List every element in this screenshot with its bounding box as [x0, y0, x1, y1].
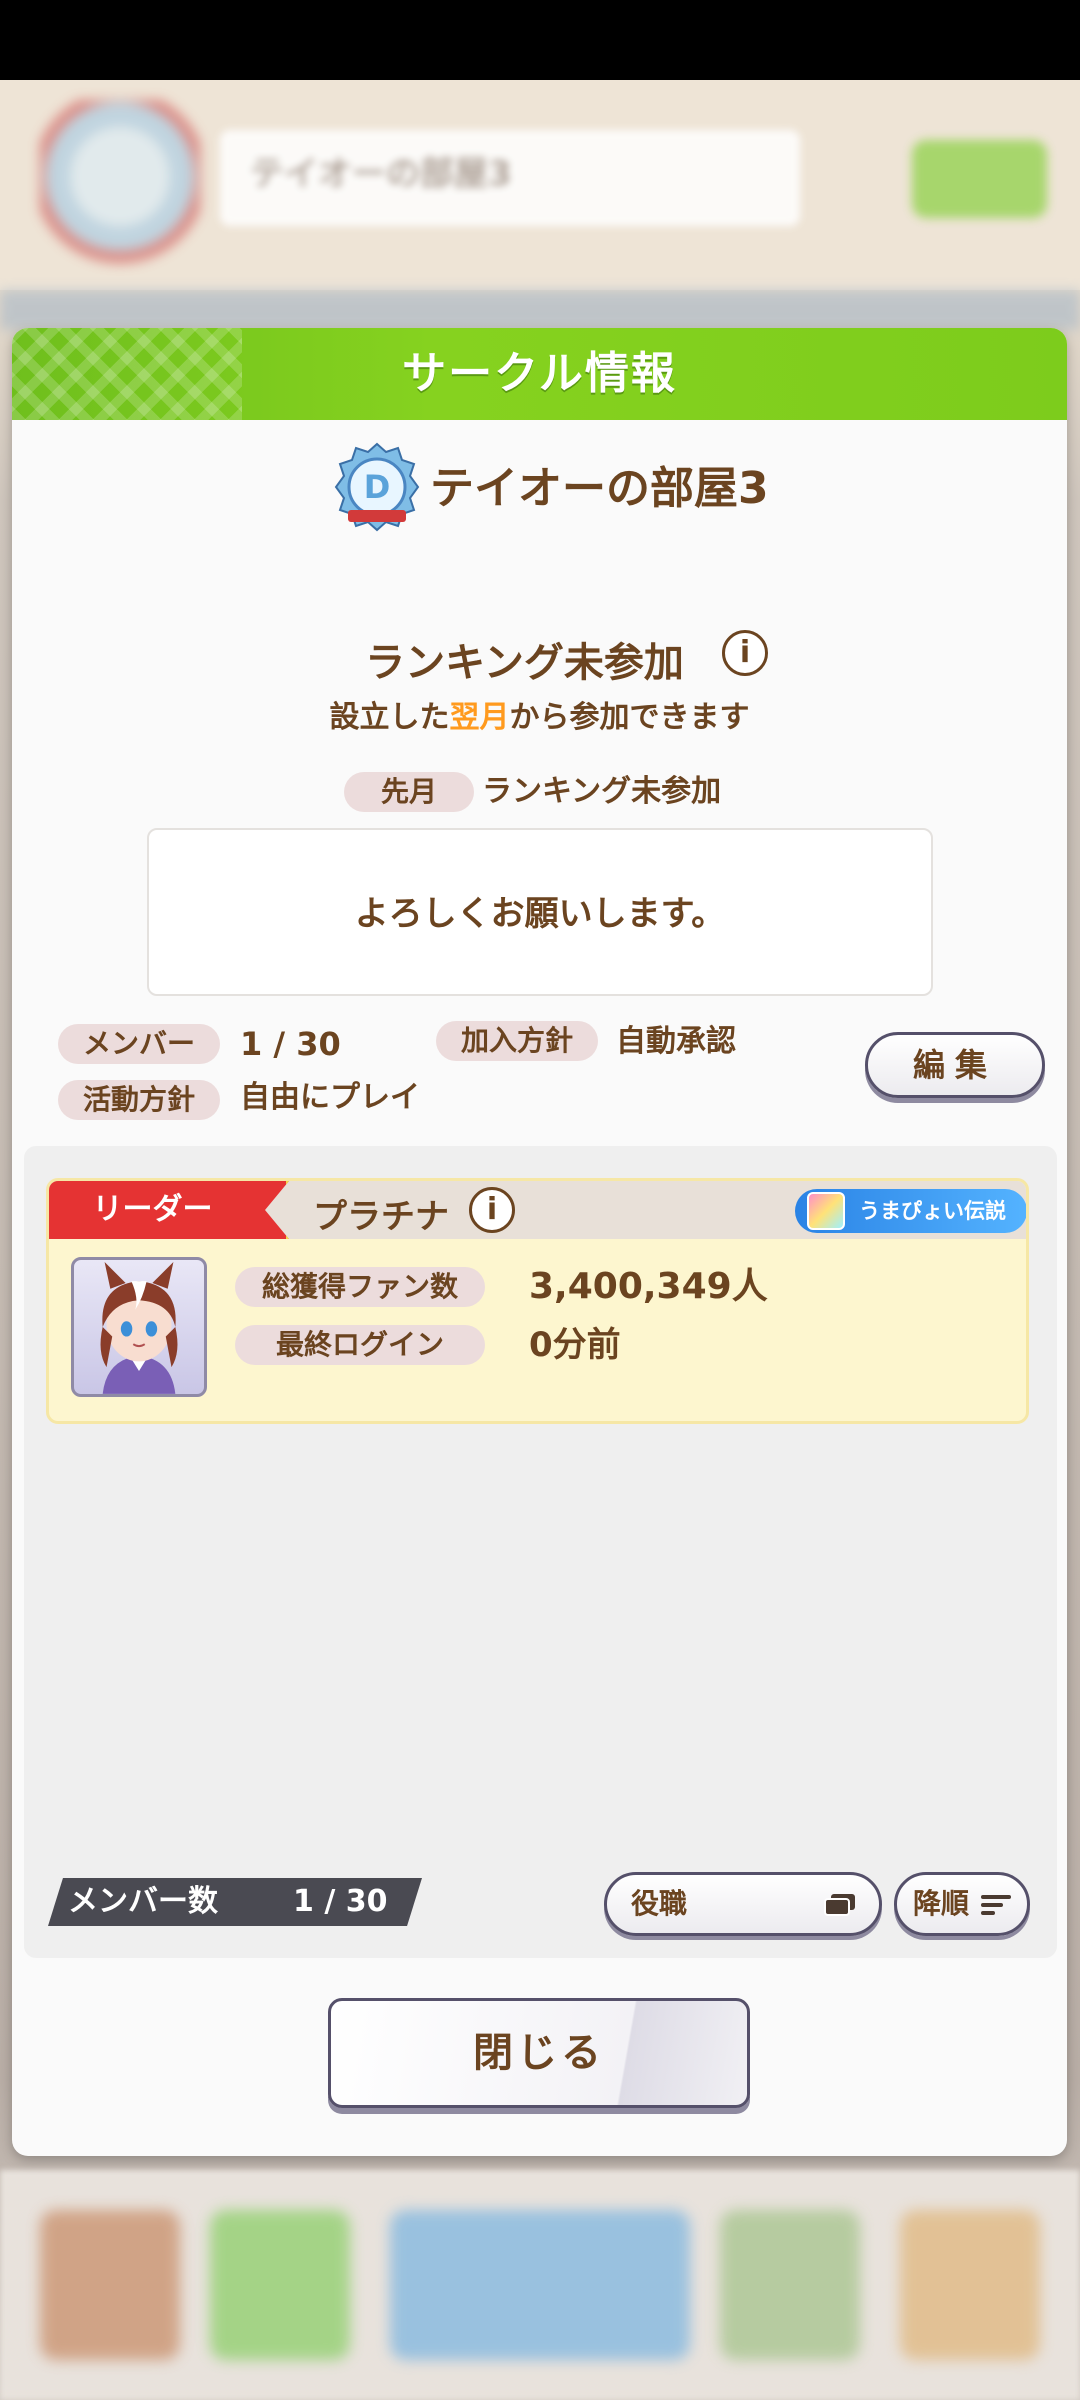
trainer-avatar-icon [100, 1262, 178, 1394]
background-tabs [0, 290, 1080, 330]
last-month-value: ランキング未参加 [482, 774, 722, 809]
last-login-value: 0分前 [529, 1325, 621, 1365]
edit-button[interactable]: 編集 [865, 1032, 1045, 1098]
background-nav-item [900, 2210, 1040, 2360]
member-label: メンバー [58, 1024, 220, 1064]
sort-order-label: 降順 [913, 1887, 970, 1920]
dialog-title: サークル情報 [402, 348, 677, 399]
background-nav-item [210, 2210, 350, 2360]
background-nav-item [40, 2210, 180, 2360]
sort-key-label: 役職 [631, 1887, 688, 1920]
title-badge: うまぴょい伝説 [795, 1189, 1026, 1233]
sort-order-button[interactable]: 降順 [894, 1872, 1030, 1936]
dialog-header: サークル情報 [12, 328, 1067, 420]
member-rank: プラチナ [313, 1197, 449, 1237]
close-button[interactable]: 閉じる [328, 1998, 750, 2108]
rank-info-icon[interactable]: i [469, 1187, 515, 1233]
last-login-label: 最終ログイン [235, 1325, 485, 1365]
circle-rank-emblem-icon: D [334, 442, 420, 532]
background-nav-item [390, 2210, 690, 2360]
circle-name: テイオーの部屋3 [430, 463, 769, 514]
activity-policy-value: 自由にプレイ [240, 1080, 420, 1115]
background-name-box: テイオーの部屋3 [220, 130, 800, 226]
member-value: 1 / 30 [240, 1025, 341, 1063]
background-green-button [912, 140, 1047, 218]
circle-message-box: よろしくお願いします。 [147, 828, 933, 996]
last-month-label: 先月 [344, 772, 474, 812]
cards-icon [824, 1894, 855, 1916]
member-count-label: メンバー数 [68, 1884, 218, 1919]
role-tag: リーダー [49, 1181, 289, 1239]
ranking-note: 設立した翌月から参加できます [12, 692, 1067, 736]
circle-info-dialog: サークル情報 D テイオーの部屋3 ランキング未参加 i 設立した翌月から参加で… [12, 328, 1067, 2156]
status-bar [0, 0, 1080, 80]
title-badge-icon [807, 1192, 845, 1230]
ranking-status: ランキング未参加 [365, 640, 684, 686]
svg-text:D: D [364, 468, 391, 506]
member-card[interactable]: リーダー プラチナ i うまぴょい伝説 総獲得ファン数 3,400,349人 最… [46, 1178, 1029, 1424]
member-count-value: 1 / 30 [293, 1884, 388, 1919]
sort-descending-icon [981, 1895, 1011, 1915]
circle-message: よろしくお願いします。 [354, 894, 726, 934]
background-circle-name: テイオーの部屋3 [250, 154, 512, 194]
member-avatar[interactable] [71, 1257, 207, 1397]
member-card-header: リーダー プラチナ i うまぴょい伝説 [49, 1181, 1026, 1239]
sort-key-button[interactable]: 役職 [604, 1872, 882, 1936]
ranking-note-before: 設立した [329, 700, 450, 735]
background-nav-item [720, 2210, 860, 2360]
ranking-info-icon[interactable]: i [722, 630, 768, 676]
join-policy-value: 自動承認 [616, 1024, 736, 1059]
total-fans-value: 3,400,349人 [529, 1266, 768, 1307]
title-badge-label: うまぴょい伝説 [859, 1199, 1006, 1223]
total-fans-label: 総獲得ファン数 [235, 1267, 485, 1307]
ranking-note-highlight: 翌月 [449, 700, 510, 735]
activity-policy-label: 活動方針 [58, 1080, 220, 1120]
background-circle-emblem [40, 100, 200, 270]
join-policy-label: 加入方針 [436, 1021, 598, 1061]
ranking-note-after: から参加できます [509, 700, 750, 735]
member-count-bar: メンバー数 1 / 30 [48, 1878, 422, 1926]
